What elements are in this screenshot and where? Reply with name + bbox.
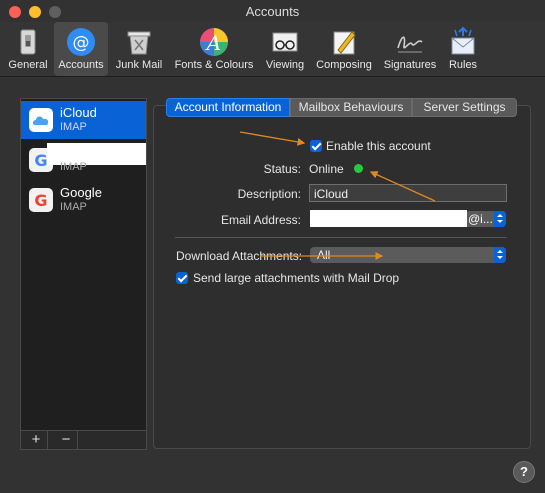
account-item-google[interactable]: G Google IMAP [21, 181, 146, 219]
download-attachments-value: All [317, 248, 331, 262]
toolbar-composing[interactable]: Composing [312, 22, 376, 76]
download-stepper-icon [494, 247, 506, 263]
status-value: Online [309, 162, 344, 176]
status-online-indicator [354, 164, 363, 173]
email-address-select[interactable]: @i... [310, 210, 506, 227]
tab-mailbox-behaviours[interactable]: Mailbox Behaviours [290, 98, 412, 117]
description-label: Description: [237, 187, 301, 201]
description-field[interactable]: iCloud [309, 184, 507, 202]
enable-account-label: Enable this account [326, 139, 431, 153]
viewing-icon [272, 32, 298, 52]
composing-icon [333, 31, 356, 55]
mail-drop-checkbox[interactable] [176, 272, 188, 284]
preferences-toolbar: General @ Accounts Junk Mail A Fonts & C… [0, 22, 545, 77]
signatures-icon [397, 36, 423, 53]
title-bar: Accounts [0, 0, 545, 24]
svg-text:A: A [205, 31, 221, 55]
add-account-button[interactable]: + [25, 431, 48, 449]
email-stepper-icon [494, 211, 506, 227]
svg-text:@: @ [73, 33, 90, 53]
general-icon [20, 29, 36, 55]
google-icon: G [29, 188, 53, 212]
toolbar-rules[interactable]: Rules [444, 22, 482, 76]
remove-account-button[interactable]: − [55, 431, 78, 449]
svg-text:G: G [34, 191, 47, 210]
icloud-icon [29, 108, 53, 132]
window-title: Accounts [245, 4, 300, 19]
toolbar-general[interactable]: General [4, 22, 52, 76]
rules-icon [451, 26, 475, 55]
download-attachments-select[interactable]: All [310, 247, 506, 263]
toolbar-fonts-colours[interactable]: A Fonts & Colours [170, 22, 258, 76]
toolbar-junk-mail[interactable]: Junk Mail [112, 22, 166, 76]
download-attachments-label: Download Attachments: [176, 249, 303, 263]
account-item-redacted[interactable]: G IMAP [21, 141, 146, 179]
toolbar-accounts[interactable]: @ Accounts [54, 22, 108, 76]
redacted-email [310, 210, 467, 227]
section-divider [175, 237, 507, 238]
help-button[interactable]: ? [513, 461, 535, 483]
toolbar-viewing[interactable]: Viewing [261, 22, 309, 76]
tab-account-information[interactable]: Account Information [166, 98, 290, 117]
enable-account-checkbox[interactable] [310, 140, 322, 152]
fonts-colours-icon: A [200, 28, 228, 56]
account-item-icloud[interactable]: iCloud IMAP [21, 101, 146, 139]
mail-drop-label: Send large attachments with Mail Drop [193, 271, 400, 285]
tab-server-settings[interactable]: Server Settings [412, 98, 517, 117]
svg-text:G: G [34, 151, 47, 170]
detail-tabs: Account Information Mailbox Behaviours S… [166, 98, 517, 117]
email-address-label: Email Address: [220, 213, 301, 227]
accounts-list: iCloud IMAP G IMAP G Google IMAP + − [20, 98, 147, 450]
email-domain-suffix: @i... [468, 212, 493, 226]
toolbar-signatures[interactable]: Signatures [379, 22, 441, 76]
accounts-list-footer: + − [21, 430, 146, 449]
junk-mail-icon [127, 31, 151, 55]
accounts-window: Accounts General @ Accounts Junk Mail A … [0, 0, 545, 493]
status-label: Status: [263, 162, 301, 176]
accounts-icon: @ [67, 28, 95, 56]
